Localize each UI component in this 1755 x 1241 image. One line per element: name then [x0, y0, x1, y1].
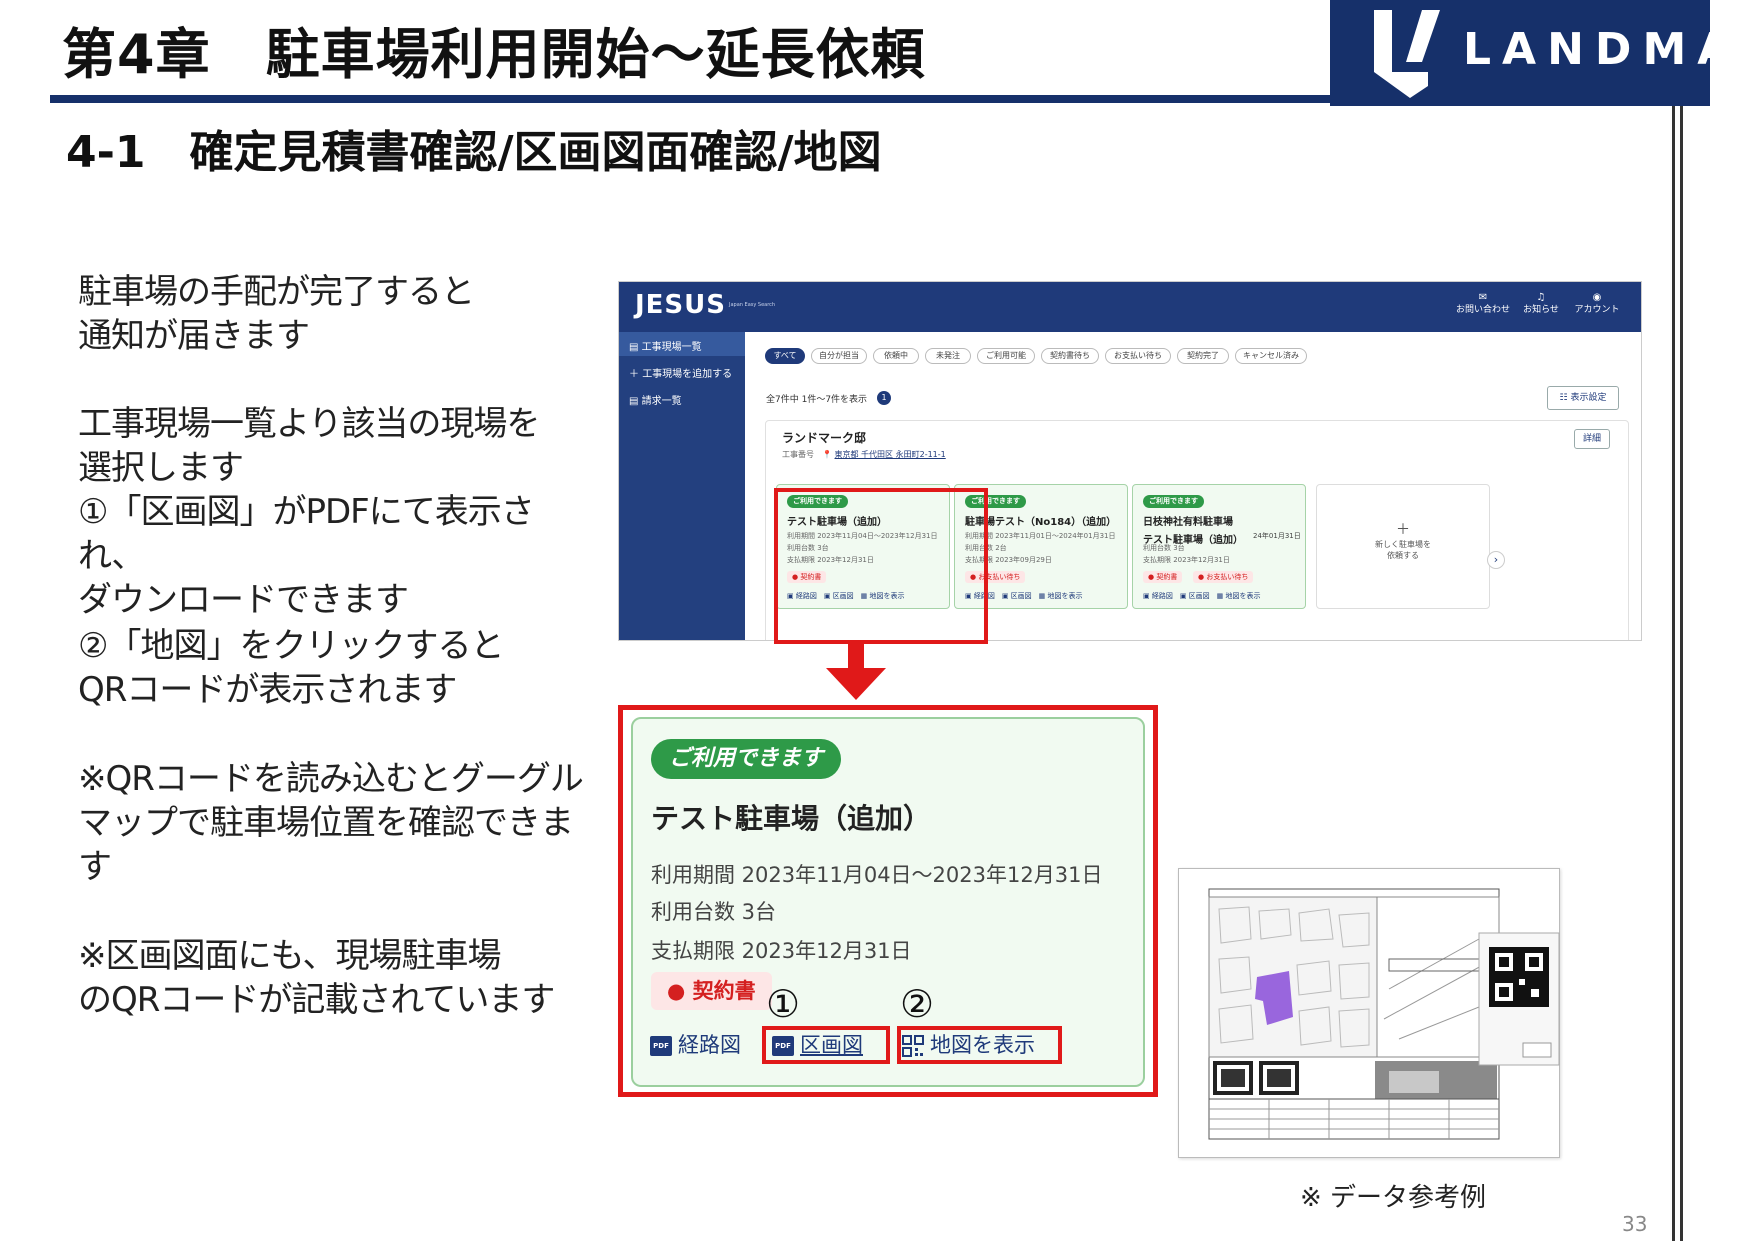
landmark-logo-icon — [1374, 10, 1440, 98]
filter-chip[interactable]: 契約書待ち — [1041, 348, 1099, 364]
highlight-box-lot-drawing — [762, 1026, 890, 1064]
result-count: 全7件中 1件〜7件を表示 — [766, 395, 868, 405]
card-date: 24年01月31日 — [1253, 532, 1301, 540]
text-line: 駐車場の手配が完了すると — [78, 272, 475, 312]
nav-contact[interactable]: ✉ お問い合わせ — [1455, 292, 1511, 316]
sidebar-item-invoices[interactable]: ▤ 請求一覧 — [629, 392, 682, 407]
detail-button[interactable]: 詳細 — [1574, 429, 1610, 449]
plus-icon: ＋ — [1396, 522, 1410, 538]
text-line: す — [78, 847, 112, 887]
app-screenshot: JESUS Japan Easy Search ✉ お問い合わせ ♫ お知らせ … — [618, 281, 1642, 641]
sidebar-item-label: 工事現場を追加する — [642, 369, 733, 380]
text-line: 選択します — [78, 448, 244, 488]
text-line: ①「区画図」がPDFにて表示され、 — [78, 492, 535, 576]
sidebar-item-add-site[interactable]: ＋ 工事現場を追加する — [629, 365, 732, 380]
card-links[interactable]: ▣ 経路図 ▣ 区画図 ▦ 地図を表示 — [1143, 591, 1261, 601]
link-label: 経路図 — [678, 1033, 741, 1057]
down-arrow-icon — [826, 640, 886, 700]
site-meta-label: 工事番号 — [782, 450, 814, 459]
payment-tag: ● お支払い待ち — [1193, 571, 1254, 583]
parking-name: 日枝神社有料駐車場 — [1143, 517, 1233, 528]
text-line: ダウンロードできます — [78, 580, 409, 620]
mail-icon: ✉ — [1478, 292, 1488, 303]
marker-2: ② — [900, 982, 935, 1026]
bell-icon: ♫ — [1536, 292, 1546, 303]
filter-chip[interactable]: 自分が担当 — [811, 348, 867, 364]
brand-logo: LANDMARK — [1330, 0, 1755, 106]
site-meta: 工事番号 📍 東京都 千代田区 永田町2-11-1 — [782, 449, 946, 460]
chevron-right-icon[interactable]: › — [1487, 551, 1505, 569]
highlight-box-card — [774, 488, 988, 644]
card-period: 利用期間 2023年11月04日〜2023年12月31日 — [651, 863, 1103, 887]
sidebar-item-label: 請求一覧 — [641, 396, 682, 407]
filter-chip-all[interactable]: すべて — [765, 348, 805, 364]
app-sidebar: ▤ 工事現場一覧 ＋ 工事現場を追加する ▤ 請求一覧 — [619, 332, 745, 640]
card-deadline: 支払期限 2023年12月31日 — [651, 939, 912, 963]
contract-tag: ● 契約書 — [651, 972, 772, 1010]
section-title: 4-1 確定見積書確認/区画図面確認/地図 — [66, 127, 882, 178]
card-deadline: 支払期限 2023年12月31日 — [1143, 556, 1230, 564]
page-number: 33 — [1622, 1212, 1648, 1236]
paragraph-map: ②「地図」をクリックすると QRコードが表示されます — [78, 624, 598, 712]
new-parking-request-card[interactable]: ＋ 新しく駐車場を 依頼する — [1316, 484, 1490, 609]
site-name[interactable]: ランドマーク邸 — [782, 429, 866, 446]
text-line: マップで駐車場位置を確認できま — [78, 803, 574, 843]
text-line: 工事現場一覧より該当の現場を — [78, 404, 540, 444]
site-address-link[interactable]: 東京都 千代田区 永田町2-11-1 — [835, 450, 946, 459]
right-border-line-2 — [1680, 106, 1683, 1241]
paragraph-qr-note: ※QRコードを読み込むとグーグル マップで駐車場位置を確認できま す — [78, 757, 598, 889]
nav-label: お問い合わせ — [1455, 305, 1510, 315]
card-count: 利用台数 3台 — [1143, 544, 1185, 552]
app-topbar: JESUS Japan Easy Search ✉ お問い合わせ ♫ お知らせ … — [619, 282, 1641, 332]
text-line: 通知が届きます — [78, 316, 310, 356]
nav-label: アカウント — [1574, 305, 1620, 315]
display-settings-button[interactable]: ☷ 表示設定 — [1547, 386, 1619, 410]
sample-lot-drawing-image — [1178, 868, 1560, 1158]
user-icon: ◉ — [1592, 292, 1602, 303]
filter-chip[interactable]: 未発注 — [925, 348, 971, 364]
new-card-label: 依頼する — [1387, 551, 1419, 560]
parking-name: テスト駐車場（追加） — [651, 802, 932, 835]
logo-text: LANDMARK — [1463, 24, 1755, 75]
status-badge: ご利用できます — [1143, 495, 1204, 508]
sidebar-item-label: 工事現場一覧 — [641, 342, 702, 353]
result-page-badge[interactable]: 1 — [877, 391, 891, 405]
text-line: ※QRコードを読み込むとグーグル — [78, 759, 584, 799]
document-caption: ※ データ参考例 — [1300, 1183, 1487, 1213]
filter-chip[interactable]: 契約完了 — [1177, 348, 1229, 364]
paragraph-drawing-note: ※区画図面にも、現場駐車場 のQRコードが記載されています — [78, 934, 598, 1022]
card-count: 利用台数 3台 — [651, 900, 777, 924]
route-map-link[interactable]: PDF 経路図 — [650, 1028, 741, 1062]
pdf-icon: PDF — [650, 1036, 672, 1056]
highlight-box-map — [897, 1026, 1062, 1064]
app-brand-sub: Japan Easy Search — [729, 302, 776, 308]
status-badge: ご利用できます — [651, 739, 842, 779]
text-line: のQRコードが記載されています — [78, 980, 555, 1020]
chapter-title: 第4章 駐車場利用開始〜延長依頼 — [62, 23, 926, 86]
new-card-label: 新しく駐車場を — [1375, 540, 1431, 549]
app-brand[interactable]: JESUS — [635, 290, 726, 320]
text-line: ※区画図面にも、現場駐車場 — [78, 936, 501, 976]
marker-1: ① — [766, 982, 801, 1026]
lot-drawing-illustration — [1208, 888, 1560, 1140]
contract-tag: ● 契約書 — [1143, 571, 1183, 583]
filter-chip[interactable]: 依頼中 — [873, 348, 919, 364]
paragraph-select-site: 工事現場一覧より該当の現場を 選択します ①「区画図」がPDFにて表示され、 ダ… — [78, 402, 598, 622]
right-border-line — [1672, 106, 1675, 1241]
parking-card[interactable]: ご利用できます 日枝神社有料駐車場 テスト駐車場（追加） 24年01月31日 利… — [1132, 484, 1306, 609]
filter-chip[interactable]: お支払い待ち — [1105, 348, 1171, 364]
sidebar-item-sites[interactable]: ▤ 工事現場一覧 — [629, 338, 702, 353]
nav-account[interactable]: ◉ アカウント — [1569, 292, 1625, 316]
text-line: ②「地図」をクリックすると — [78, 626, 504, 666]
header-rule — [50, 95, 1330, 103]
paragraph-notification: 駐車場の手配が完了すると 通知が届きます — [78, 270, 598, 358]
text-line: QRコードが表示されます — [78, 670, 457, 710]
nav-label: お知らせ — [1523, 305, 1559, 315]
location-pin-icon: 📍 — [822, 450, 832, 459]
nav-notifications[interactable]: ♫ お知らせ — [1513, 292, 1569, 316]
filter-chip[interactable]: キャンセル済み — [1235, 348, 1307, 364]
filter-chip[interactable]: ご利用可能 — [977, 348, 1035, 364]
